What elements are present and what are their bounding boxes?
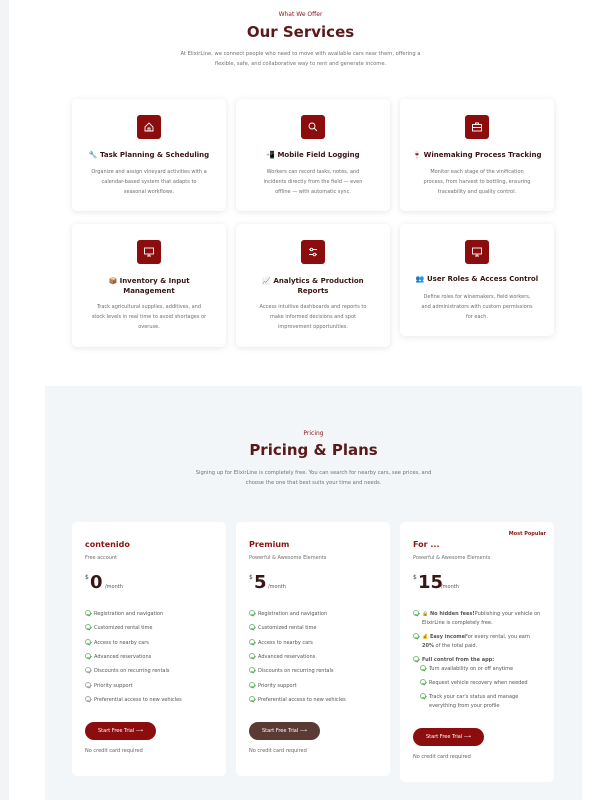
start-free-trial-button[interactable]: Start Free Trial ⟶ — [249, 722, 320, 740]
no-credit-card-note: No credit card required — [249, 748, 307, 754]
no-credit-card-note: No credit card required — [85, 748, 143, 754]
pricing-title: Pricing & Plans — [249, 441, 378, 459]
plan-name: contenido — [85, 540, 130, 549]
plan-name: For ... — [413, 540, 440, 549]
plan-subtitle: Powerful & Awesome Elements — [249, 555, 327, 561]
start-free-trial-button[interactable]: Start Free Trial ⟶ — [413, 728, 484, 746]
home-icon — [137, 115, 161, 139]
service-card-inventory: 📦 Inventory & Input Management Track agri… — [72, 224, 226, 347]
service-title: 📈 Analytics & Production Reports — [262, 277, 364, 295]
plan-card-premium: Premium Powerful & Awesome Elements $ 5 … — [236, 522, 390, 776]
search-icon — [301, 115, 325, 139]
services-section: What We Offer Our Services At ElixirLine… — [0, 0, 601, 380]
no-credit-card-note: No credit card required — [413, 754, 471, 760]
plan-subtitle: Free account — [85, 555, 118, 561]
service-card-task-planning: 🔧 Task Planning & Scheduling Organize an… — [72, 99, 226, 211]
service-title: 🔧 Task Planning & Scheduling — [88, 151, 210, 159]
pricing-section: Pricing Pricing & Plans Signing up for E… — [45, 386, 582, 800]
service-desc: Access intuitive dashboards and reports … — [259, 304, 367, 330]
plan-name: Premium — [249, 540, 290, 549]
service-desc: Organize and assign vineyard activities … — [91, 169, 207, 195]
service-desc: Track agricultural supplies, additives, … — [91, 304, 207, 330]
service-title: 🍷 Winemaking Process Tracking — [412, 151, 542, 159]
monitor-icon — [465, 240, 489, 264]
services-eyebrow: What We Offer — [278, 11, 323, 18]
briefcase-icon — [465, 115, 489, 139]
service-title: 📦 Inventory & Input Management — [108, 277, 190, 295]
start-free-trial-button[interactable]: Start Free Trial ⟶ — [85, 722, 156, 740]
service-title: 👥 User Roles & Access Control — [415, 275, 539, 283]
monitor-icon — [137, 240, 161, 264]
service-card-winemaking: 🍷 Winemaking Process Tracking Monitor ea… — [400, 99, 554, 211]
plan-card-free: contenido Free account $ 0 /month Regist… — [72, 522, 226, 776]
service-card-analytics: 📈 Analytics & Production Reports Access i… — [236, 224, 390, 347]
services-title: Our Services — [246, 23, 355, 41]
services-description: At ElixirLine, we connect people who nee… — [180, 51, 421, 67]
plan-subtitle: Powerful & Awesome Elements — [413, 555, 491, 561]
service-desc: Define roles for winemakers, field worke… — [421, 294, 533, 320]
pricing-eyebrow: Pricing — [303, 430, 324, 437]
service-desc: Monitor each stage of the vinification pr… — [423, 169, 531, 195]
pricing-description: Signing up for ElixirLine is completely … — [195, 470, 432, 486]
service-title: 📲 Mobile Field Logging — [266, 151, 360, 159]
service-card-user-roles: 👥 User Roles & Access Control Define rol… — [400, 224, 554, 336]
most-popular-badge: Most Popular — [508, 531, 546, 537]
plan-card-most-popular: Most Popular For ... Powerful & Awesome … — [400, 522, 554, 782]
service-desc: Workers can record tasks, notes, and inci… — [263, 169, 363, 195]
sliders-icon — [301, 240, 325, 264]
service-card-mobile-logging: 📲 Mobile Field Logging Workers can recor… — [236, 99, 390, 211]
